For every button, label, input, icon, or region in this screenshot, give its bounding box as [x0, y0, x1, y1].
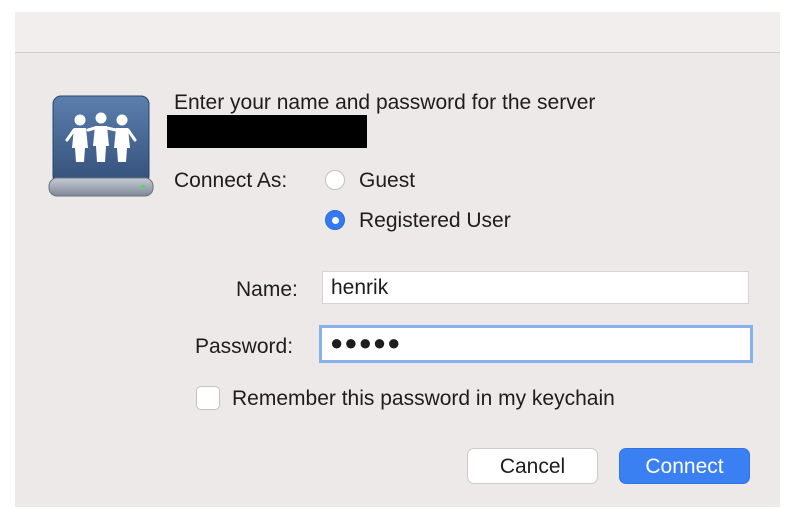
name-field-value: henrik [331, 276, 389, 299]
password-label: Password: [195, 335, 294, 358]
password-field-value: ●●●●● [330, 330, 402, 355]
shared-server-drive-icon [47, 94, 155, 200]
connect-button[interactable]: Connect [619, 448, 750, 484]
title-bar [15, 12, 780, 53]
guest-radio-label[interactable]: Guest [359, 169, 415, 193]
cancel-button[interactable]: Cancel [467, 448, 598, 484]
connect-as-label: Connect As: [174, 169, 288, 192]
remember-keychain-checkbox[interactable] [196, 386, 220, 410]
prompt-text: Enter your name and password for the ser… [174, 91, 596, 114]
remember-keychain-label[interactable]: Remember this password in my keychain [232, 387, 615, 411]
name-label: Name: [236, 278, 298, 301]
name-field[interactable]: henrik [322, 271, 749, 304]
connect-dialog: Enter your name and password for the ser… [15, 12, 780, 507]
registered-user-radio[interactable] [325, 210, 345, 230]
server-name-redacted [167, 115, 367, 148]
password-field[interactable]: ●●●●● [319, 325, 753, 363]
guest-radio[interactable] [325, 170, 345, 190]
registered-user-radio-label[interactable]: Registered User [359, 209, 511, 233]
